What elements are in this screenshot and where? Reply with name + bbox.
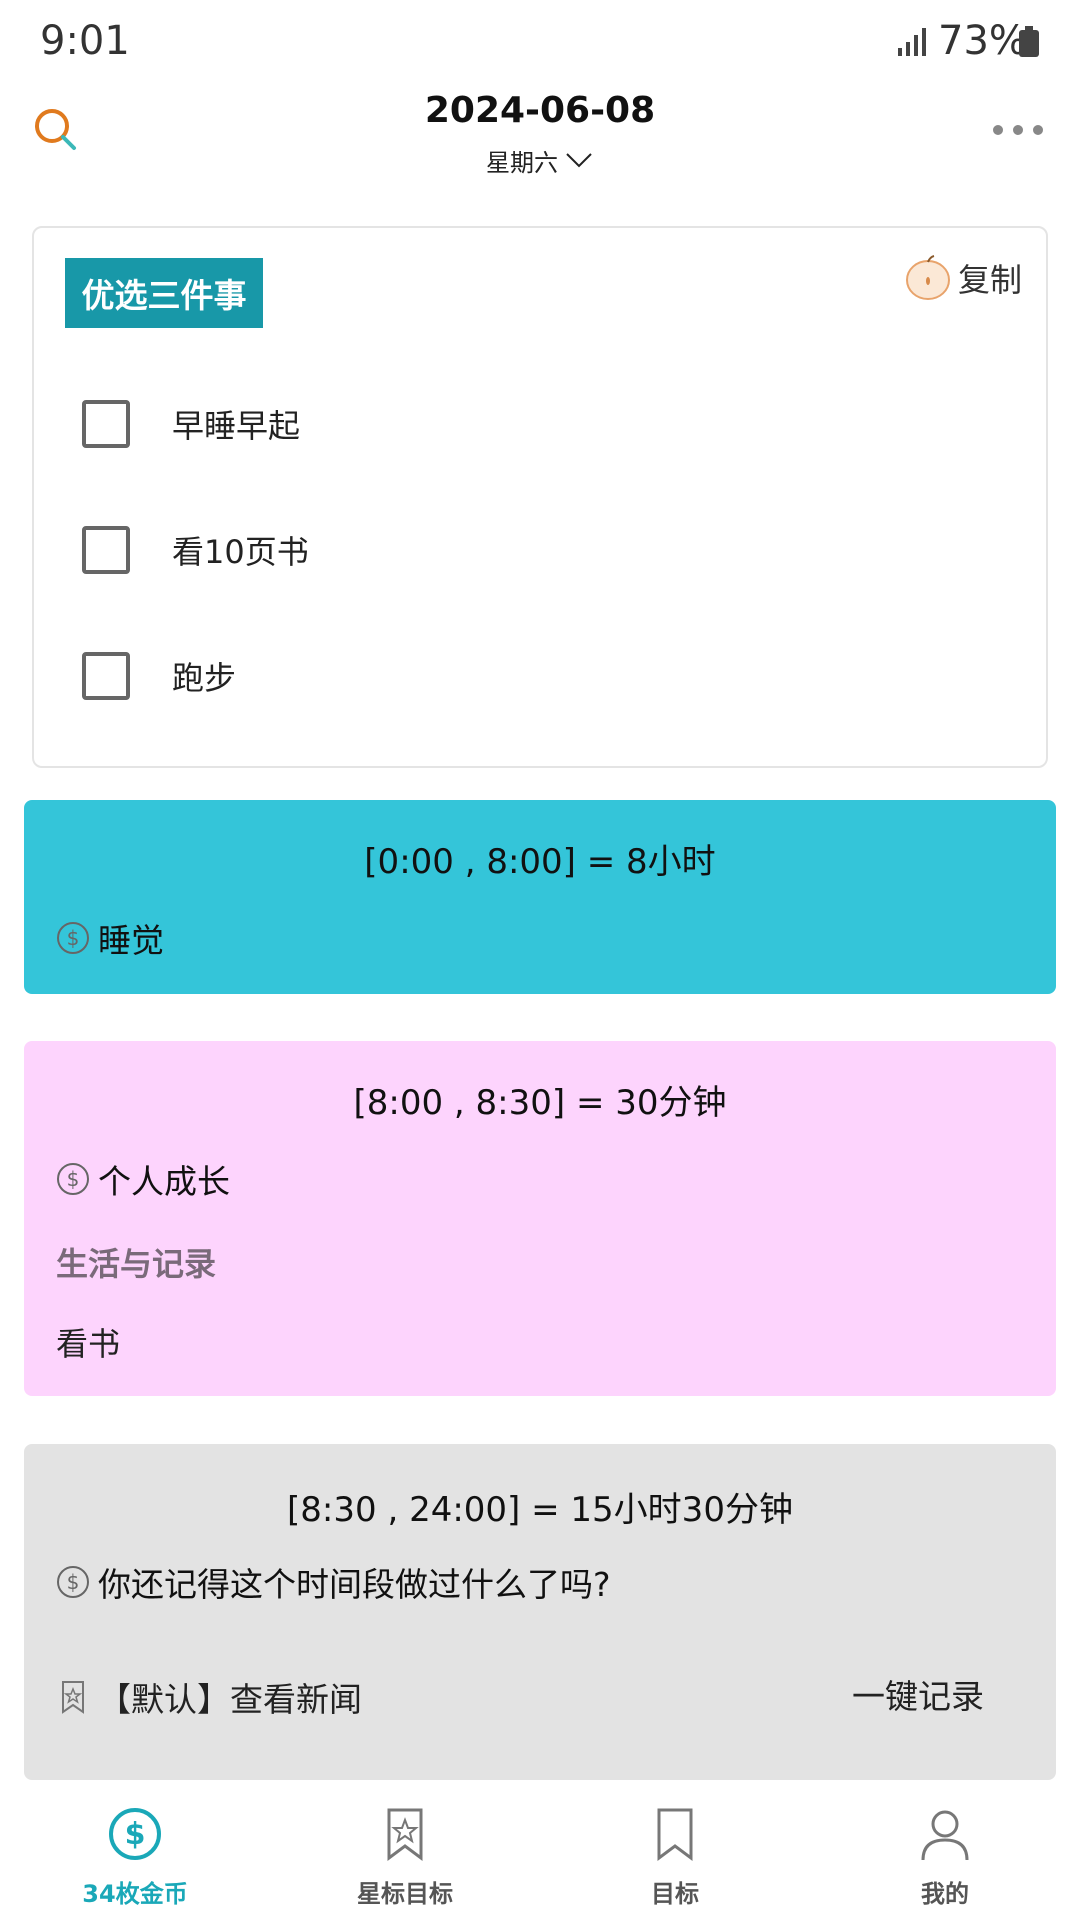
category-row: $ 睡觉 xyxy=(56,918,164,960)
task-checkbox[interactable] xyxy=(82,400,130,448)
top-three-title: 优选三件事 xyxy=(65,258,263,328)
task-checkbox[interactable] xyxy=(82,652,130,700)
time-block-sleep[interactable]: [0:00 , 8:00] = 8小时 $ 睡觉 xyxy=(24,800,1056,994)
status-bar: 9:01 73% xyxy=(0,0,1080,86)
copy-button[interactable]: 复制 xyxy=(904,252,1022,304)
search-icon[interactable] xyxy=(32,106,80,154)
header-date[interactable]: 2024-06-08 xyxy=(340,90,740,131)
task-label: 跑步 xyxy=(172,659,237,697)
top-three-card: 优选三件事 复制 早睡早起 看10页书 跑步 xyxy=(32,226,1048,768)
weekday-selector[interactable]: 星期六 xyxy=(420,140,660,180)
nav-item-starred-goals[interactable]: 星标目标 xyxy=(305,1806,505,1916)
battery-icon xyxy=(1019,26,1039,57)
time-block-unrecorded[interactable]: [8:30 , 24:00] = 15小时30分钟 $ 你还记得这个时间段做过什… xyxy=(24,1444,1056,1780)
bookmark-icon xyxy=(657,1808,693,1861)
default-activity-row[interactable]: 【默认】查看新闻 xyxy=(60,1672,362,1722)
nav-label: 目标 xyxy=(651,1880,699,1908)
prompt-label: 你还记得这个时间段做过什么了吗? xyxy=(98,1565,611,1604)
status-time: 9:01 xyxy=(40,18,130,64)
coin-icon: $ xyxy=(57,922,89,954)
apple-icon xyxy=(906,255,950,300)
task-label: 看10页书 xyxy=(172,533,309,571)
quick-record-button[interactable]: 一键记录 xyxy=(852,1672,984,1722)
sub-category-label: 生活与记录 xyxy=(56,1245,217,1283)
time-block-growth[interactable]: [8:00 , 8:30] = 30分钟 $ 个人成长 生活与记录 看书 xyxy=(24,1041,1056,1396)
star-bookmark-icon xyxy=(62,1681,84,1714)
coin-icon: $ xyxy=(57,1566,89,1598)
time-range: [8:00 , 8:30] = 30分钟 xyxy=(353,1083,727,1123)
chevron-down-icon xyxy=(566,153,592,168)
default-activity-label: 【默认】查看新闻 xyxy=(98,1680,362,1719)
more-options-icon[interactable] xyxy=(990,120,1046,140)
task-item[interactable]: 看10页书 xyxy=(82,520,309,580)
copy-label: 复制 xyxy=(958,261,1023,299)
task-checkbox[interactable] xyxy=(82,526,130,574)
time-range: [0:00 , 8:00] = 8小时 xyxy=(364,842,716,882)
task-label: 早睡早起 xyxy=(172,407,301,445)
nav-label: 我的 xyxy=(921,1880,969,1908)
svg-text:$: $ xyxy=(67,926,80,950)
nav-label: 星标目标 xyxy=(357,1880,453,1908)
svg-text:$: $ xyxy=(67,1570,80,1594)
star-bookmark-icon xyxy=(387,1808,423,1861)
person-icon xyxy=(921,1810,969,1861)
activity-label: 看书 xyxy=(56,1325,121,1363)
nav-item-profile[interactable]: 我的 xyxy=(845,1806,1045,1916)
category-row: $ 个人成长 xyxy=(56,1159,230,1201)
weekday-label: 星期六 xyxy=(486,148,558,177)
dollar-coin-icon: $ xyxy=(109,1808,161,1860)
battery-percent: 73% xyxy=(938,18,1027,64)
nav-label: 34枚金币 xyxy=(82,1880,188,1908)
task-item[interactable]: 早睡早起 xyxy=(82,394,300,454)
svg-text:$: $ xyxy=(125,1817,146,1852)
task-item[interactable]: 跑步 xyxy=(82,646,236,706)
time-range: [8:30 , 24:00] = 15小时30分钟 xyxy=(287,1490,793,1530)
bottom-nav: $ 34枚金币 星标目标 目标 我的 xyxy=(0,1788,1080,1920)
coin-icon: $ xyxy=(57,1163,89,1195)
category-label: 个人成长 xyxy=(98,1162,230,1201)
svg-text:$: $ xyxy=(67,1167,80,1191)
nav-item-goals[interactable]: 目标 xyxy=(575,1806,775,1916)
category-row: $ 你还记得这个时间段做过什么了吗? xyxy=(56,1562,611,1604)
category-label: 睡觉 xyxy=(98,921,164,960)
signal-icon xyxy=(898,28,926,56)
nav-item-coins[interactable]: $ 34枚金币 xyxy=(35,1806,235,1916)
